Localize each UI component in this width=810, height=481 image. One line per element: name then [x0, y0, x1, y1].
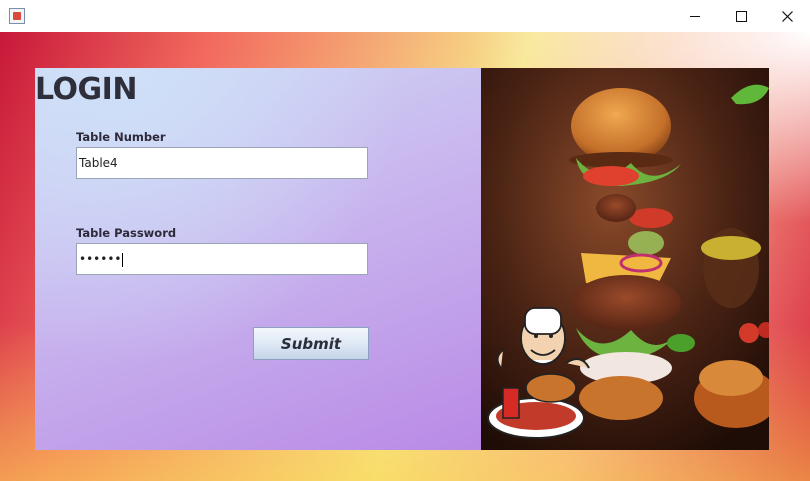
close-icon [781, 10, 793, 22]
title-bar [0, 0, 810, 33]
submit-button[interactable]: Submit [253, 327, 369, 360]
burger-illustration [481, 68, 769, 450]
minimize-button[interactable] [672, 0, 718, 32]
close-button[interactable] [764, 0, 810, 32]
table-number-input[interactable]: Table4 [76, 147, 368, 179]
java-app-icon [9, 8, 25, 24]
table-number-label: Table Number [76, 130, 166, 144]
table-password-label: Table Password [76, 226, 177, 240]
table-password-input[interactable]: •••••• [76, 243, 368, 275]
text-caret [122, 252, 124, 267]
minimize-icon [690, 15, 700, 17]
maximize-icon [735, 10, 747, 22]
burger-image [481, 68, 769, 450]
table-password-value: •••••• [79, 252, 122, 266]
table-number-value: Table4 [79, 156, 118, 170]
maximize-button[interactable] [718, 0, 764, 32]
login-title: LOGIN [35, 72, 137, 107]
login-panel: LOGIN Table Number Table4 Table Password… [35, 68, 481, 450]
